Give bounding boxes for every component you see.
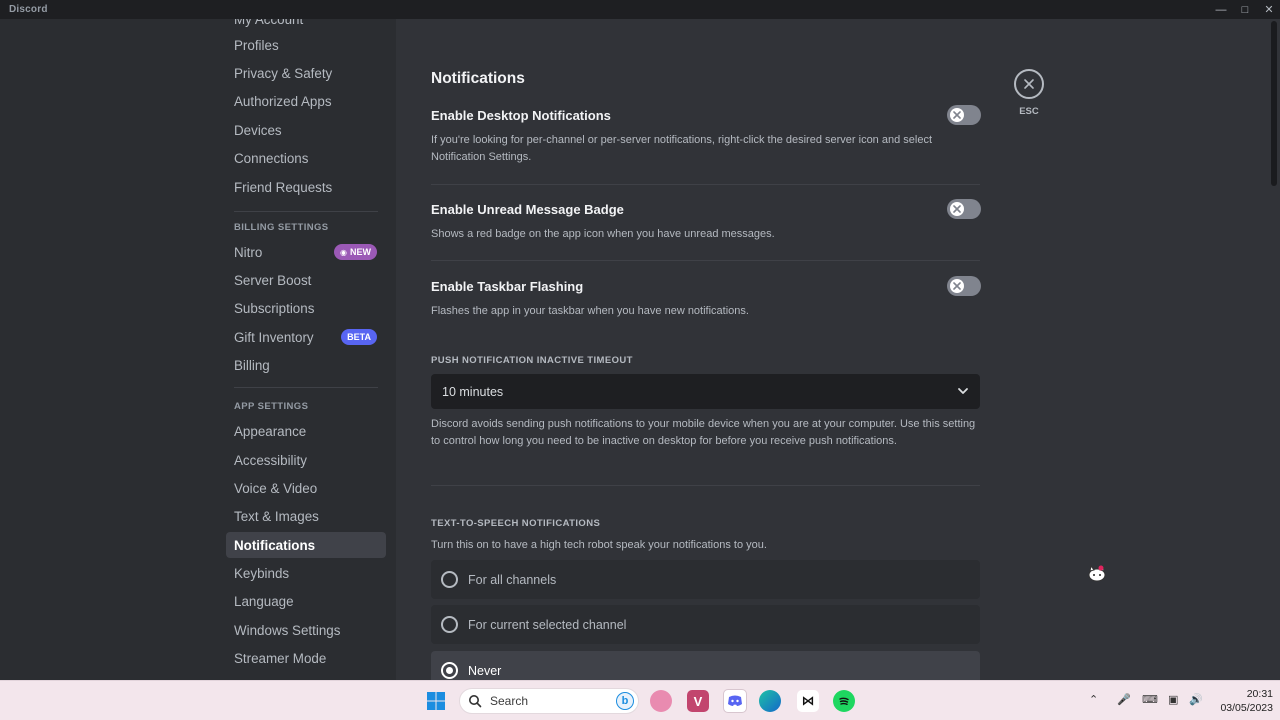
- beta-badge: BETA: [341, 329, 377, 345]
- discord-icon[interactable]: [723, 689, 747, 713]
- divider: [431, 260, 980, 261]
- volume-icon[interactable]: 🔊: [1189, 693, 1203, 706]
- sidebar-item-gift-inventory[interactable]: Gift Inventory BETA: [226, 324, 386, 350]
- capcut-icon[interactable]: ⋈: [797, 690, 819, 712]
- sidebar-item-appearance[interactable]: Appearance: [226, 418, 386, 444]
- edge-icon[interactable]: [759, 690, 781, 712]
- tts-option-never[interactable]: Never: [431, 651, 980, 680]
- sidebar-item-label: Gift Inventory: [234, 329, 314, 345]
- sidebar-item-notifications[interactable]: Notifications: [226, 532, 386, 558]
- keyboard-icon[interactable]: ⌨: [1142, 693, 1158, 706]
- push-timeout-value: 10 minutes: [442, 384, 504, 399]
- page-title: Notifications: [431, 70, 525, 87]
- sidebar-item-authorized-apps[interactable]: Authorized Apps: [226, 88, 386, 114]
- clock-date: 03/05/2023: [1220, 702, 1273, 714]
- app-settings-header: APP SETTINGS: [234, 401, 309, 412]
- radio-label: For all channels: [468, 572, 557, 587]
- chevron-down-icon: [958, 388, 968, 394]
- sidebar-item-server-boost[interactable]: Server Boost: [226, 267, 386, 293]
- chevron-up-icon[interactable]: ⌃: [1089, 693, 1098, 706]
- sidebar-item-streamer-mode[interactable]: Streamer Mode: [226, 645, 386, 671]
- maximize-button[interactable]: □: [1233, 0, 1257, 19]
- search-icon: [469, 695, 482, 708]
- sidebar-item-connections[interactable]: Connections: [226, 145, 386, 171]
- billing-settings-header: BILLING SETTINGS: [234, 222, 329, 233]
- close-window-button[interactable]: ✕: [1257, 0, 1280, 19]
- sidebar-item-windows-settings[interactable]: Windows Settings: [226, 617, 386, 643]
- tts-desc: Turn this on to have a high tech robot s…: [431, 539, 767, 551]
- tts-option-all-channels[interactable]: For all channels: [431, 560, 980, 599]
- desktop-notifications-toggle[interactable]: [947, 105, 981, 125]
- radio-icon: [441, 616, 458, 633]
- sidebar-item-language[interactable]: Language: [226, 588, 386, 614]
- taskbar-flashing-desc: Flashes the app in your taskbar when you…: [431, 305, 749, 317]
- nitro-icon: ◉: [340, 247, 347, 257]
- sidebar-item-nitro[interactable]: Nitro ◉ NEW: [226, 239, 386, 265]
- taskbar-search[interactable]: Search b: [459, 688, 639, 714]
- toggle-off-icon: [950, 108, 964, 122]
- spotify-icon[interactable]: [833, 690, 855, 712]
- search-placeholder: Search: [490, 694, 529, 708]
- sidebar-item-billing[interactable]: Billing: [226, 352, 386, 378]
- sidebar-item-text-images[interactable]: Text & Images: [226, 503, 386, 529]
- radio-label: For current selected channel: [468, 617, 627, 632]
- new-badge: ◉ NEW: [334, 244, 377, 260]
- sidebar-item-voice-video[interactable]: Voice & Video: [226, 475, 386, 501]
- unread-badge-title: Enable Unread Message Badge: [431, 202, 624, 217]
- windows-start-icon[interactable]: [425, 690, 447, 712]
- push-timeout-desc: Discord avoids sending push notification…: [431, 418, 976, 447]
- desktop-notifications-title: Enable Desktop Notifications: [431, 108, 611, 123]
- sidebar-item-subscriptions[interactable]: Subscriptions: [226, 295, 386, 321]
- taskbar-clock[interactable]: 20:31 03/05/2023: [1207, 687, 1273, 715]
- settings-content: Notifications Enable Desktop Notificatio…: [396, 19, 1266, 680]
- radio-label: Never: [468, 663, 502, 678]
- unread-badge-toggle[interactable]: [947, 199, 981, 219]
- sidebar-item-profiles[interactable]: Profiles: [226, 32, 386, 58]
- content-scrollbar[interactable]: [1268, 19, 1280, 680]
- vivaldi-icon[interactable]: V: [687, 690, 709, 712]
- close-icon: [1024, 79, 1034, 89]
- unread-badge-desc: Shows a red badge on the app icon when y…: [431, 228, 775, 240]
- push-timeout-select[interactable]: 10 minutes: [431, 374, 980, 409]
- microphone-icon[interactable]: 🎤: [1117, 693, 1131, 706]
- sidebar-item-privacy-safety[interactable]: Privacy & Safety: [226, 60, 386, 86]
- divider: [431, 485, 980, 486]
- scrollbar-thumb[interactable]: [1271, 21, 1277, 186]
- radio-icon: [441, 571, 458, 588]
- clock-time: 20:31: [1246, 688, 1273, 700]
- sidebar-divider: [234, 387, 378, 388]
- sidebar-item-devices[interactable]: Devices: [226, 117, 386, 143]
- esc-label: ESC: [1019, 106, 1039, 117]
- network-icon[interactable]: ▣: [1168, 693, 1178, 706]
- sidebar-item-label: Nitro: [234, 244, 263, 260]
- minimize-button[interactable]: —: [1209, 0, 1233, 19]
- desktop-notifications-desc: If you're looking for per-channel or per…: [431, 134, 932, 163]
- title-bar: Discord — □ ✕: [0, 0, 1280, 19]
- sidebar-item-friend-requests[interactable]: Friend Requests: [226, 174, 386, 200]
- sidebar-divider: [234, 211, 378, 212]
- close-settings-button[interactable]: [1014, 69, 1044, 99]
- sidebar-item-my-account[interactable]: My Account: [226, 19, 386, 32]
- cat-cursor-icon: [1088, 564, 1106, 582]
- taskbar-flashing-toggle[interactable]: [947, 276, 981, 296]
- bing-icon: b: [616, 692, 634, 710]
- push-timeout-label: PUSH NOTIFICATION INACTIVE TIMEOUT: [431, 355, 633, 366]
- sidebar-item-accessibility[interactable]: Accessibility: [226, 447, 386, 473]
- toggle-off-icon: [950, 279, 964, 293]
- radio-selected-icon: [441, 662, 458, 679]
- toggle-off-icon: [950, 202, 964, 216]
- settings-sidebar: My Account Profiles Privacy & Safety Aut…: [0, 19, 396, 680]
- tts-option-current-channel[interactable]: For current selected channel: [431, 605, 980, 644]
- windows-taskbar: Search b V ⋈ ⌃ 🎤 ⌨ ▣ 🔊 20:31 03/05/2023: [0, 680, 1280, 720]
- divider: [431, 184, 980, 185]
- taskbar-flashing-title: Enable Taskbar Flashing: [431, 279, 584, 294]
- tts-label: TEXT-TO-SPEECH NOTIFICATIONS: [431, 518, 601, 529]
- app-icon[interactable]: [650, 690, 672, 712]
- sidebar-item-keybinds[interactable]: Keybinds: [226, 560, 386, 586]
- app-title: Discord: [9, 4, 48, 15]
